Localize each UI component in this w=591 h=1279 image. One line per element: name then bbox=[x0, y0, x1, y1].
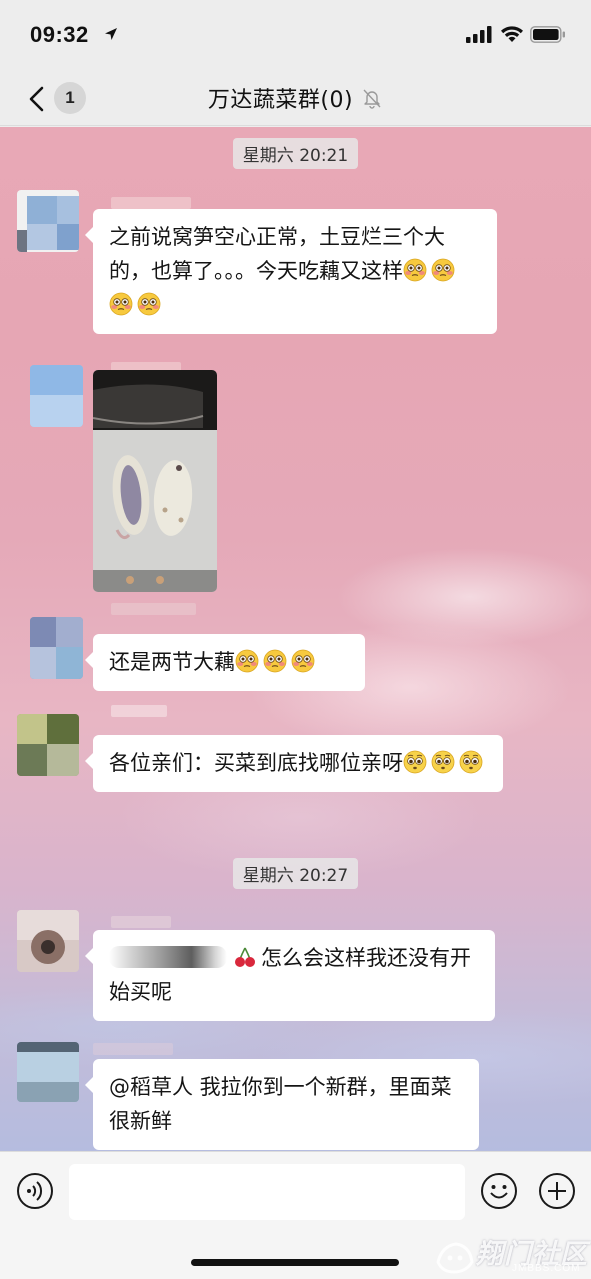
location-arrow-icon bbox=[105, 28, 117, 40]
flushed-face-icon bbox=[235, 649, 259, 673]
message-text: @稻草人 我拉你到一个新群，里面菜很新鲜 bbox=[109, 1075, 452, 1133]
message-text: 之前说窝笋空心正常，土豆烂三个大的，也算了。。。今天吃藕又这样 bbox=[109, 225, 445, 283]
avatar[interactable] bbox=[17, 1042, 79, 1102]
avatar[interactable] bbox=[30, 365, 83, 427]
wifi-icon bbox=[501, 26, 523, 42]
status-bar: 09:32 bbox=[0, 0, 591, 70]
message-bubble[interactable]: 各位亲们：买菜到底找哪位亲呀 bbox=[85, 735, 503, 792]
photo-lotus-root-icon[interactable] bbox=[93, 370, 217, 592]
sender-name bbox=[111, 197, 191, 209]
home-indicator bbox=[191, 1259, 399, 1266]
flushed-face-icon bbox=[291, 649, 315, 673]
timestamp-divider: 星期六 20:27 bbox=[0, 858, 591, 889]
back-button[interactable]: 1 bbox=[20, 76, 92, 120]
timestamp-divider: 星期六 20:21 bbox=[0, 138, 591, 169]
message-bubble[interactable]: 之前说窝笋空心正常，土豆烂三个大的，也算了。。。今天吃藕又这样 bbox=[85, 209, 497, 334]
sender-name bbox=[111, 705, 167, 717]
avatar[interactable] bbox=[17, 910, 79, 972]
sender-name bbox=[111, 916, 171, 928]
chat-area[interactable]: 星期六 20:21 之前说窝笋空心正常，土豆烂三个大的，也算了。。。今天吃藕又这… bbox=[0, 127, 591, 1151]
timestamp-label: 星期六 20:27 bbox=[232, 858, 359, 889]
bell-slash-icon bbox=[363, 89, 381, 109]
sender-name bbox=[93, 1043, 173, 1055]
flushed-face-icon bbox=[263, 649, 287, 673]
avatar[interactable] bbox=[17, 714, 79, 776]
pleading-face-icon bbox=[459, 750, 483, 774]
nav-header: 万达蔬菜群(0) 1 bbox=[0, 70, 591, 126]
timestamp-label: 星期六 20:21 bbox=[232, 138, 359, 169]
message-bubble[interactable]: @稻草人 我拉你到一个新群，里面菜很新鲜 bbox=[85, 1059, 479, 1150]
redacted-mention bbox=[109, 946, 227, 968]
input-bar: 翔门社区 JMBBS.COM bbox=[0, 1151, 591, 1279]
cherries-icon bbox=[235, 947, 255, 967]
flushed-face-icon bbox=[137, 292, 161, 316]
sender-name bbox=[111, 603, 196, 615]
flushed-face-icon bbox=[109, 292, 133, 316]
message-bubble[interactable]: 还是两节大藕 bbox=[85, 634, 365, 691]
flushed-face-icon bbox=[403, 258, 427, 282]
avatar[interactable] bbox=[30, 617, 83, 679]
status-time: 09:32 bbox=[30, 22, 89, 47]
plus-circle-icon[interactable] bbox=[538, 1172, 576, 1210]
message-bubble[interactable]: 怎么会这样我还没有开始买呢 bbox=[85, 930, 495, 1021]
message-input[interactable] bbox=[69, 1164, 465, 1220]
chat-title: 万达蔬菜群(0) bbox=[207, 88, 354, 113]
voice-icon[interactable] bbox=[16, 1172, 54, 1210]
unread-badge: 1 bbox=[54, 82, 86, 114]
battery-icon bbox=[530, 26, 565, 43]
avatar[interactable] bbox=[17, 190, 79, 252]
flushed-face-icon bbox=[431, 258, 455, 282]
watermark-subtext: JMBBS.COM bbox=[512, 1263, 581, 1274]
message-text: 各位亲们：买菜到底找哪位亲呀 bbox=[109, 751, 403, 775]
message-text: 还是两节大藕 bbox=[109, 650, 235, 674]
pleading-face-icon bbox=[403, 750, 427, 774]
pleading-face-icon bbox=[431, 750, 455, 774]
chevron-left-icon bbox=[29, 86, 44, 112]
smiley-icon[interactable] bbox=[480, 1172, 518, 1210]
cellular-signal-icon bbox=[466, 26, 492, 43]
